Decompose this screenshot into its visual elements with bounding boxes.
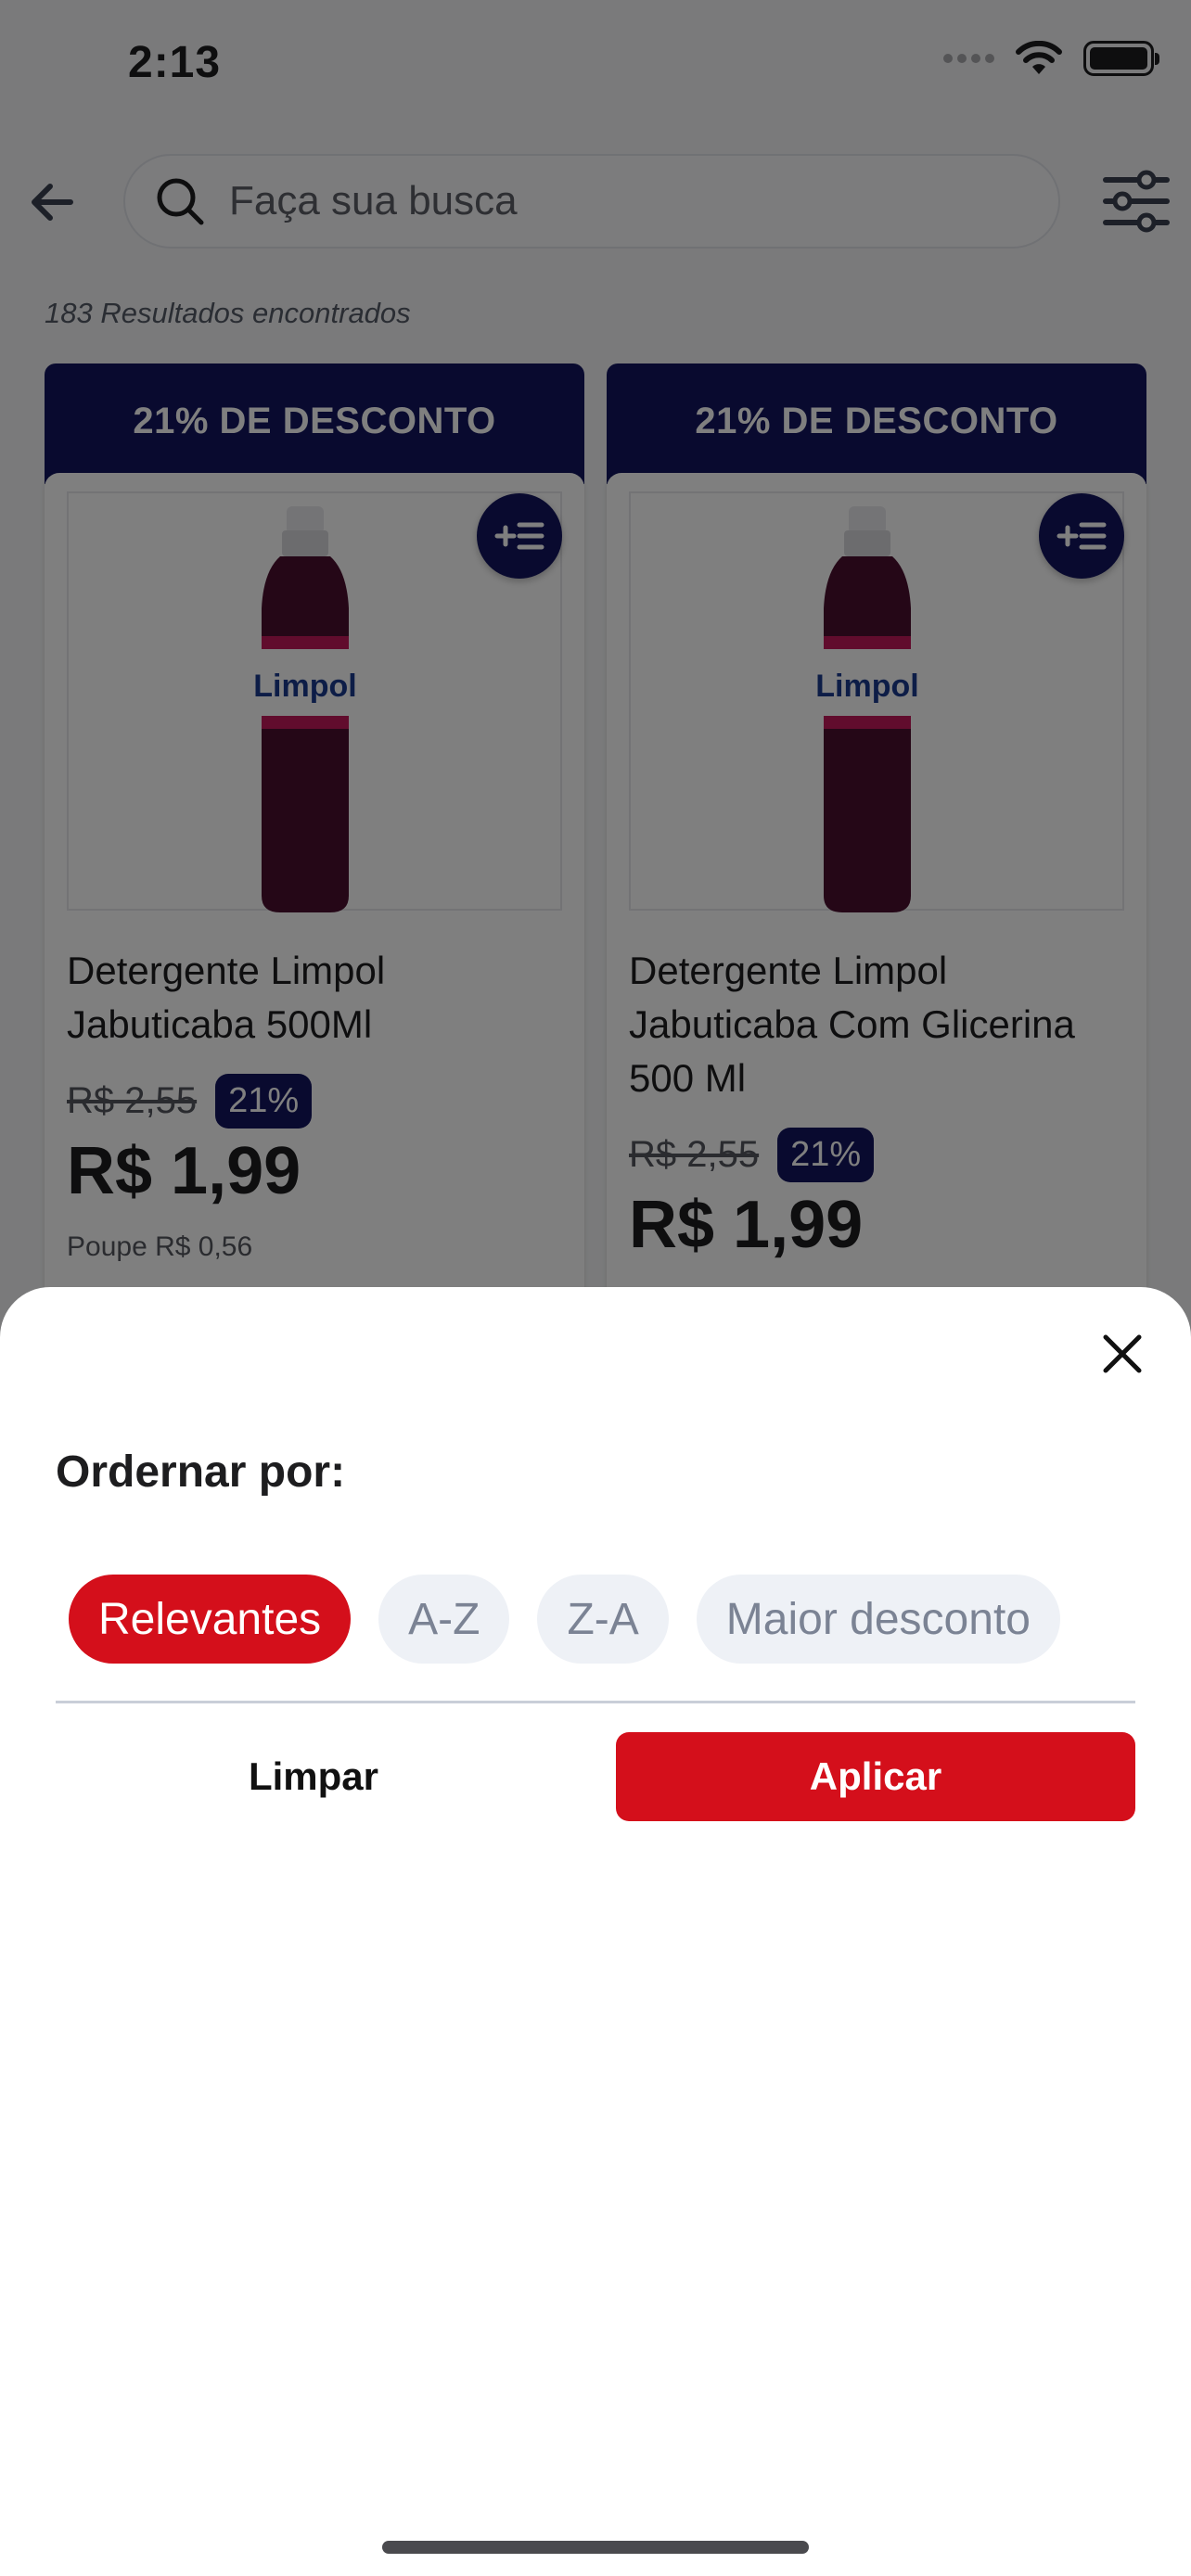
apply-button[interactable]: Aplicar [616, 1732, 1135, 1821]
divider [56, 1701, 1135, 1703]
sort-option-z-a[interactable]: Z-A [537, 1575, 669, 1664]
close-icon[interactable] [1095, 1326, 1150, 1382]
sort-bottom-sheet: Ordernar por: Relevantes A-Z Z-A Maior d… [0, 1287, 1191, 2576]
sort-title: Ordernar por: [56, 1447, 346, 1497]
sort-option-maior-desconto[interactable]: Maior desconto [696, 1575, 1060, 1664]
sort-option-a-z[interactable]: A-Z [378, 1575, 510, 1664]
sort-option-relevantes[interactable]: Relevantes [69, 1575, 352, 1664]
sort-options: Relevantes A-Z Z-A Maior desconto [69, 1575, 1060, 1664]
clear-button[interactable]: Limpar [56, 1732, 571, 1821]
home-indicator[interactable] [382, 2541, 809, 2554]
